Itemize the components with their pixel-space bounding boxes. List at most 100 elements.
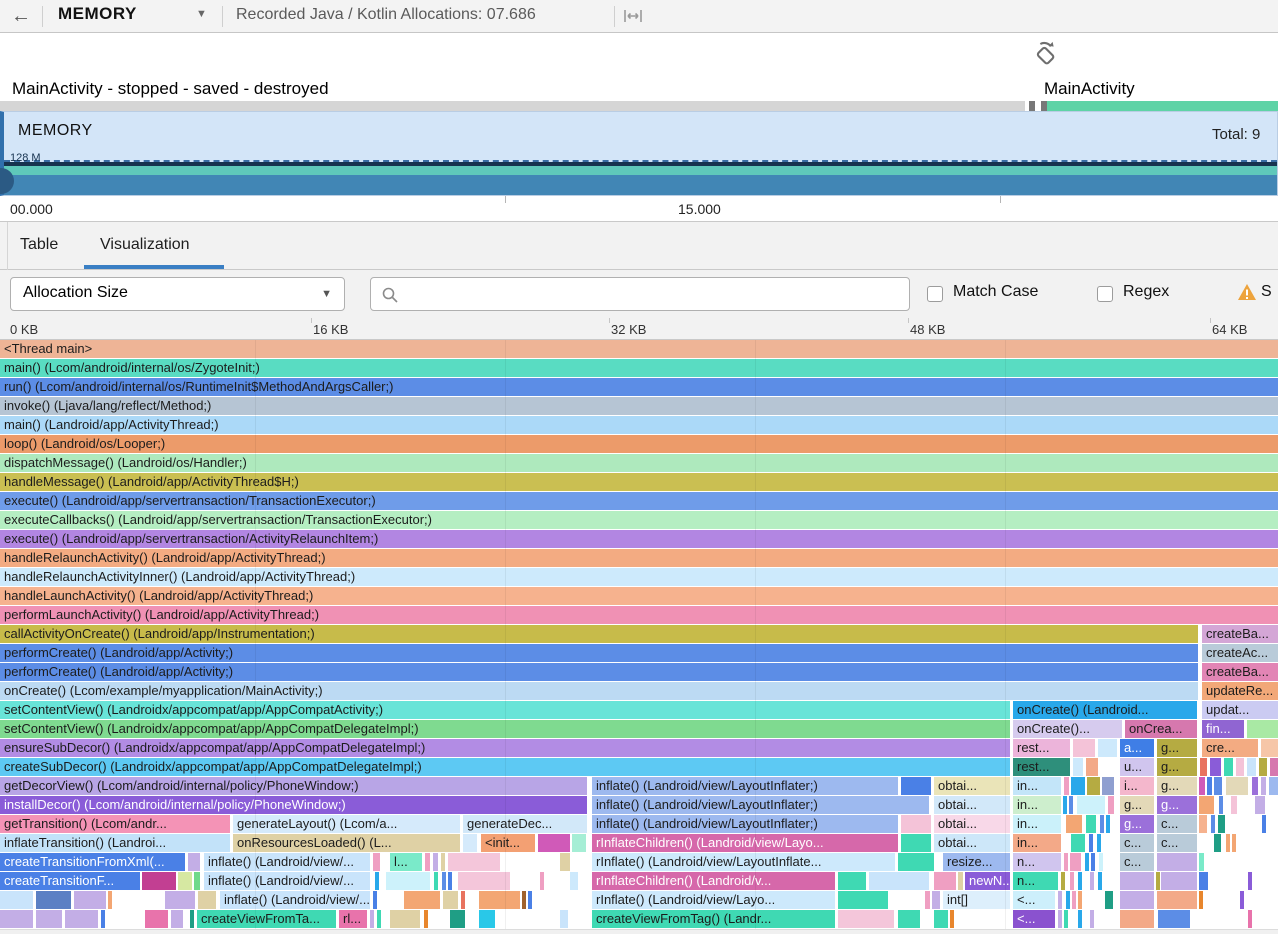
flame-segment[interactable]: updateRe... xyxy=(1202,682,1278,700)
flame-segment[interactable] xyxy=(1199,891,1203,909)
flame-segment[interactable] xyxy=(1091,853,1095,871)
flame-segment[interactable]: inflate() (Landroid/view/... xyxy=(204,853,370,871)
regex-checkbox[interactable] xyxy=(1097,286,1113,302)
flame-segment[interactable]: createAc... xyxy=(1202,644,1278,662)
flame-segment[interactable]: run() (Lcom/android/internal/os/RuntimeI… xyxy=(0,378,1278,396)
flame-segment[interactable] xyxy=(377,910,381,928)
flame-segment[interactable] xyxy=(838,872,866,890)
flame-segment[interactable] xyxy=(901,834,931,852)
flame-segment[interactable] xyxy=(1064,853,1068,871)
flame-segment[interactable] xyxy=(570,872,578,890)
flame-segment[interactable]: handleRelaunchActivity() (Landroid/app/A… xyxy=(0,549,1278,567)
flame-segment[interactable]: handleLaunchActivity() (Landroid/app/Act… xyxy=(0,587,1278,605)
flame-segment[interactable] xyxy=(101,910,105,928)
flame-segment[interactable] xyxy=(901,815,931,833)
memory-track[interactable]: MEMORY Total: 9 128 M xyxy=(0,111,1278,196)
flame-segment[interactable]: performCreate() (Landroid/app/Activity;) xyxy=(0,644,1198,662)
flame-segment[interactable]: c... xyxy=(1120,834,1154,852)
flame-segment[interactable]: c... xyxy=(1120,853,1154,871)
flame-segment[interactable]: createBa... xyxy=(1202,663,1278,681)
flame-segment[interactable] xyxy=(1085,853,1089,871)
flame-segment[interactable] xyxy=(1210,758,1221,776)
flame-segment[interactable]: callActivityOnCreate() (Landroid/app/Ins… xyxy=(0,625,1198,643)
flame-segment[interactable] xyxy=(434,872,438,890)
flame-segment[interactable] xyxy=(1106,815,1110,833)
zoom-to-fit-icon[interactable] xyxy=(622,8,644,29)
tab-visualization[interactable]: Visualization xyxy=(100,236,190,254)
flame-segment[interactable] xyxy=(1098,739,1117,757)
flame-segment[interactable]: c... xyxy=(1157,834,1197,852)
flame-segment[interactable]: createTransitionFromXml(... xyxy=(0,853,185,871)
flame-segment[interactable] xyxy=(1069,796,1073,814)
flame-segment[interactable]: g... xyxy=(1157,758,1197,776)
track-group-dropdown[interactable]: MEMORY xyxy=(58,4,137,24)
flame-segment[interactable]: i... xyxy=(1120,777,1154,795)
chevron-down-icon[interactable]: ▼ xyxy=(196,8,207,20)
flame-segment[interactable] xyxy=(1247,720,1278,738)
flame-segment[interactable] xyxy=(194,872,200,890)
flame-segment[interactable] xyxy=(1218,815,1225,833)
flame-segment[interactable] xyxy=(1219,796,1223,814)
flame-segment[interactable]: performCreate() (Landroid/app/Activity;) xyxy=(0,663,1198,681)
flame-segment[interactable] xyxy=(1066,815,1082,833)
flame-segment[interactable] xyxy=(441,853,445,871)
flame-segment[interactable] xyxy=(1259,758,1267,776)
tab-table[interactable]: Table xyxy=(20,236,58,254)
flame-segment[interactable] xyxy=(1108,796,1114,814)
flame-segment[interactable]: createViewFromTag() (Landr... xyxy=(592,910,835,928)
flame-segment[interactable] xyxy=(65,910,98,928)
flame-segment[interactable] xyxy=(108,891,112,909)
flame-segment[interactable] xyxy=(433,853,438,871)
flame-segment[interactable] xyxy=(198,891,216,909)
flame-segment[interactable] xyxy=(479,891,520,909)
flame-segment[interactable] xyxy=(1078,910,1082,928)
flame-segment[interactable] xyxy=(1224,758,1233,776)
flame-segment[interactable] xyxy=(934,872,956,890)
flame-segment[interactable] xyxy=(1199,872,1208,890)
flame-segment[interactable]: <Thread main> xyxy=(0,340,1278,358)
flame-segment[interactable] xyxy=(958,872,963,890)
flame-segment[interactable]: execute() (Landroid/app/servertransactio… xyxy=(0,530,1278,548)
flame-segment[interactable] xyxy=(1214,834,1221,852)
flame-segment[interactable] xyxy=(424,910,428,928)
flame-segment[interactable] xyxy=(458,872,510,890)
flame-segment[interactable] xyxy=(1073,739,1095,757)
flame-segment[interactable] xyxy=(1158,910,1190,928)
flame-segment[interactable]: onCreate() (Lcom/example/myapplication/M… xyxy=(0,682,1198,700)
flame-segment[interactable]: onCreate()... xyxy=(1013,720,1122,738)
flame-segment[interactable] xyxy=(1071,777,1085,795)
flame-segment[interactable]: n... xyxy=(1013,872,1058,890)
flame-segment[interactable] xyxy=(1102,777,1114,795)
flame-segment[interactable] xyxy=(1071,834,1085,852)
flame-segment[interactable]: generateLayout() (Lcom/a... xyxy=(233,815,460,833)
flame-segment[interactable]: in... xyxy=(1013,777,1061,795)
flame-segment[interactable]: int[] xyxy=(943,891,1010,909)
flame-segment[interactable] xyxy=(1157,853,1197,871)
flame-segment[interactable] xyxy=(528,891,532,909)
flame-segment[interactable]: newN... xyxy=(965,872,1010,890)
flame-segment[interactable]: onResourcesLoaded() (L... xyxy=(233,834,460,852)
flame-segment[interactable] xyxy=(1097,834,1101,852)
flame-segment[interactable] xyxy=(1072,891,1076,909)
flame-segment[interactable]: setContentView() (Landroidx/appcompat/ap… xyxy=(0,720,1010,738)
flame-segment[interactable] xyxy=(165,891,195,909)
flame-segment[interactable] xyxy=(950,910,954,928)
flame-segment[interactable]: inflate() (Landroid/view/LayoutInflater;… xyxy=(592,815,898,833)
flame-segment[interactable]: createTransitionF... xyxy=(0,872,140,890)
flame-segment[interactable] xyxy=(538,834,570,852)
flame-segment[interactable]: onCrea... xyxy=(1125,720,1197,738)
flame-segment[interactable] xyxy=(1120,891,1154,909)
flame-segment[interactable] xyxy=(1078,891,1082,909)
flame-segment[interactable]: dispatchMessage() (Landroid/os/Handler;) xyxy=(0,454,1278,472)
flame-segment[interactable] xyxy=(0,910,33,928)
flame-segment[interactable] xyxy=(1236,758,1244,776)
flame-segment[interactable]: resize... xyxy=(943,853,1010,871)
flame-segment[interactable] xyxy=(1240,891,1244,909)
flame-segment[interactable]: inflate() (Landroid/view/LayoutInflater;… xyxy=(592,777,898,795)
flame-segment[interactable] xyxy=(1058,891,1062,909)
flame-segment[interactable]: invoke() (Ljava/lang/reflect/Method;) xyxy=(0,397,1278,415)
flame-segment[interactable]: setContentView() (Landroidx/appcompat/ap… xyxy=(0,701,1010,719)
flame-segment[interactable]: in... xyxy=(1013,796,1061,814)
flame-segment[interactable]: inflate() (Landroid/view/... xyxy=(204,872,370,890)
flame-segment[interactable] xyxy=(560,853,570,871)
